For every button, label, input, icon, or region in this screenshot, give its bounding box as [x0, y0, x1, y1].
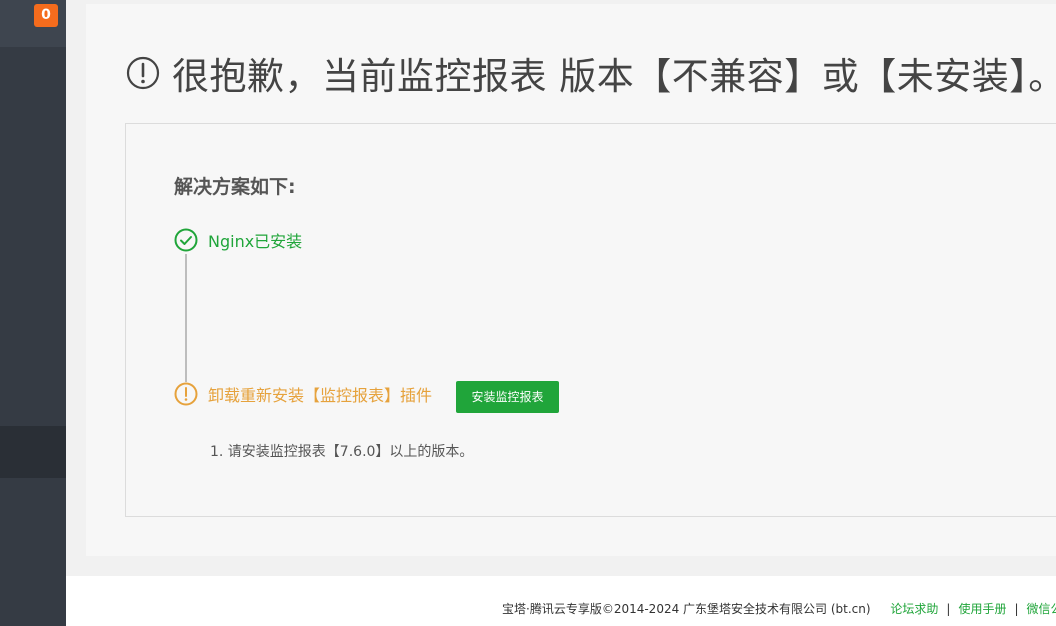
sidebar-item-active[interactable] — [0, 426, 66, 478]
footer-content: 宝塔·腾讯云专享版©2014-2024 广东堡塔安全技术有限公司 (bt.cn)… — [502, 600, 1056, 617]
page-title: 很抱歉，当前监控报表 版本【不兼容】或【未安装】。 — [126, 48, 1056, 98]
install-monitor-report-button[interactable]: 安装监控报表 — [456, 381, 559, 413]
footer: 宝塔·腾讯云专享版©2014-2024 广东堡塔安全技术有限公司 (bt.cn)… — [66, 576, 1056, 626]
footer-link-forum[interactable]: 论坛求助 — [890, 602, 938, 616]
notification-badge[interactable]: 0 — [34, 4, 58, 27]
exclamation-circle-icon — [126, 56, 160, 90]
step-connector-line — [185, 254, 187, 382]
warning-circle-icon — [174, 382, 198, 406]
step-note: 1. 请安装监控报表【7.6.0】以上的版本。 — [210, 444, 474, 460]
footer-copyright: 宝塔·腾讯云专享版©2014-2024 广东堡塔安全技术有限公司 (bt.cn) — [502, 602, 871, 616]
footer-divider: | — [946, 602, 951, 616]
page-title-text: 很抱歉，当前监控报表 版本【不兼容】或【未安装】。 — [172, 55, 1056, 98]
footer-link-wechat[interactable]: 微信公众号 — [1027, 602, 1056, 616]
check-circle-icon — [174, 228, 198, 252]
solution-title: 解决方案如下: — [174, 176, 296, 198]
footer-link-manual[interactable]: 使用手册 — [958, 602, 1006, 616]
step-label: Nginx已安装 — [208, 232, 303, 251]
step-nginx-installed: Nginx已安装 — [174, 228, 302, 252]
sidebar-header[interactable]: 0 — [0, 0, 66, 47]
solution-box: 解决方案如下: Nginx已安装 卸载重新安装【监控报表】插件 安装监控报表 1… — [125, 123, 1056, 517]
main-panel: 很抱歉，当前监控报表 版本【不兼容】或【未安装】。 解决方案如下: Nginx已… — [86, 4, 1056, 556]
step-label: 卸载重新安装【监控报表】插件 — [208, 386, 433, 405]
footer-divider: | — [1014, 602, 1019, 616]
sidebar: 0 — [0, 0, 66, 626]
step-reinstall-plugin: 卸载重新安装【监控报表】插件 — [174, 382, 432, 406]
